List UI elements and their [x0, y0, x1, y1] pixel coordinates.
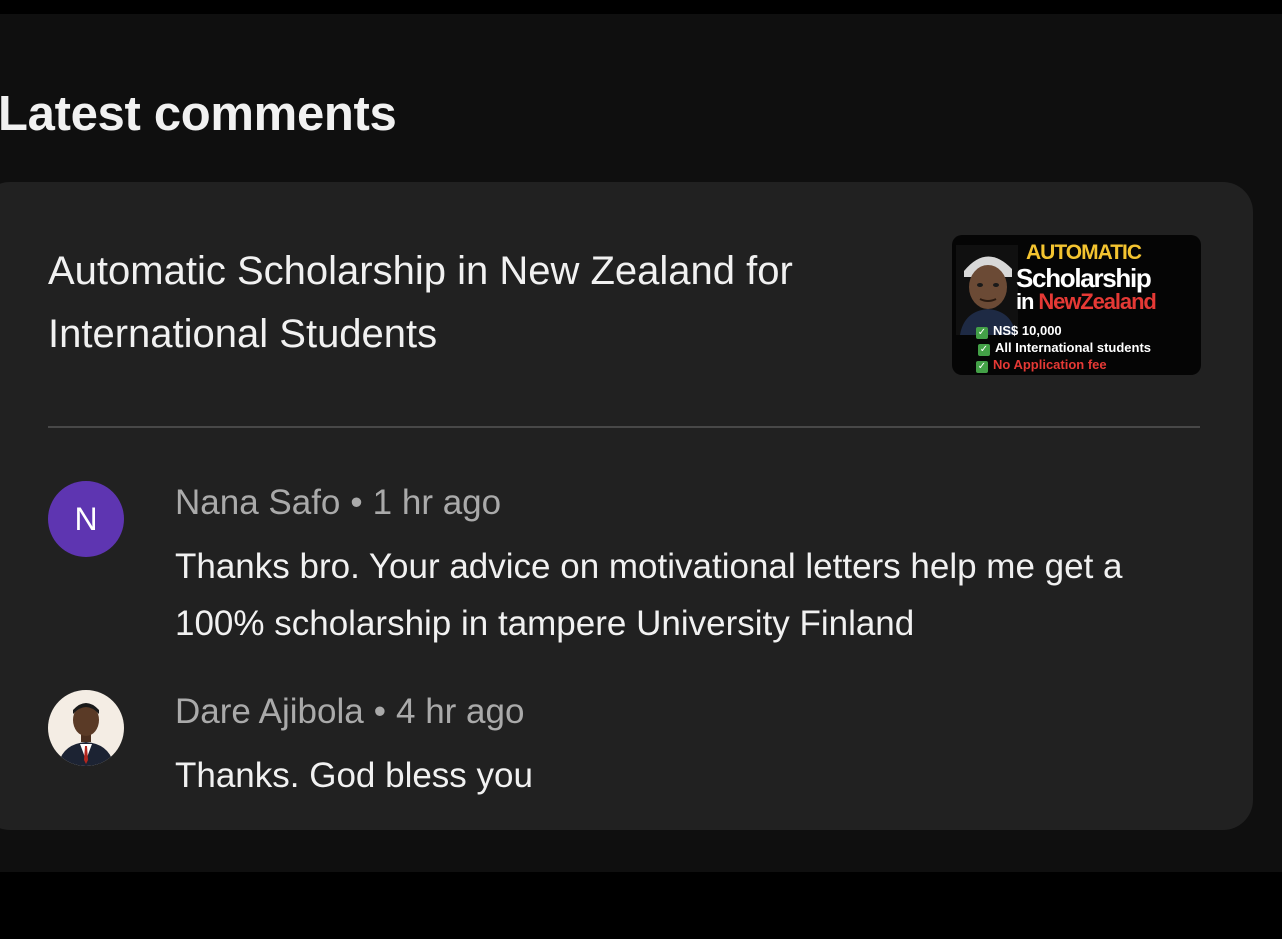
comment-text: Thanks bro. Your advice on motivational …	[175, 547, 1123, 643]
check-icon: ✓	[976, 327, 988, 339]
separator-dot: •	[350, 483, 363, 522]
avatar[interactable]: N	[48, 481, 124, 557]
avatar[interactable]	[48, 690, 124, 766]
thumbnail-bullet-text: No Application fee	[993, 357, 1107, 372]
thumbnail-bullet-text: All International students	[995, 340, 1152, 355]
bottom-bar	[0, 872, 1282, 939]
comment-card[interactable]: Automatic Scholarship in New Zealand for…	[0, 182, 1253, 830]
thumbnail-bullet-fee: ✓ No Application fee	[976, 357, 1107, 373]
comment-author[interactable]: Dare Ajibola	[175, 692, 364, 731]
video-title[interactable]: Automatic Scholarship in New Zealand for…	[48, 240, 928, 366]
comment-meta: Nana Safo • 1 hr ago	[175, 483, 501, 523]
divider	[48, 426, 1200, 428]
section-title: Latest comments	[0, 87, 397, 141]
comment-time: 4 hr ago	[396, 692, 525, 731]
thumbnail-bullet-text: NS$ 10,000	[993, 323, 1062, 338]
thumbnail-line-location: in NewZealand	[1016, 289, 1157, 315]
thumbnail-bullet-amount: ✓ NS$ 10,000	[976, 323, 1062, 339]
check-icon: ✓	[978, 344, 990, 356]
thumbnail-location-highlight: NewZealand	[1038, 289, 1156, 314]
video-thumbnail[interactable]: AUTOMATIC Scholarship in NewZealand ✓ NS$…	[952, 235, 1201, 375]
thumbnail-bullet-eligibility: ✓ All International students	[978, 340, 1151, 356]
comment-meta: Dare Ajibola • 4 hr ago	[175, 692, 524, 732]
comment-text: Thanks. God bless you	[175, 756, 533, 795]
person-photo-icon	[48, 690, 124, 766]
thumbnail-location-prefix: in	[1016, 289, 1039, 314]
screen: Latest comments Automatic Scholarship in…	[0, 14, 1282, 872]
comment-time: 1 hr ago	[372, 483, 502, 522]
comment-author[interactable]: Nana Safo	[175, 483, 340, 522]
separator-dot: •	[373, 692, 386, 731]
creator-face-icon	[956, 245, 1018, 335]
thumbnail-line-automatic: AUTOMATIC	[1026, 241, 1142, 264]
check-icon: ✓	[976, 361, 988, 373]
